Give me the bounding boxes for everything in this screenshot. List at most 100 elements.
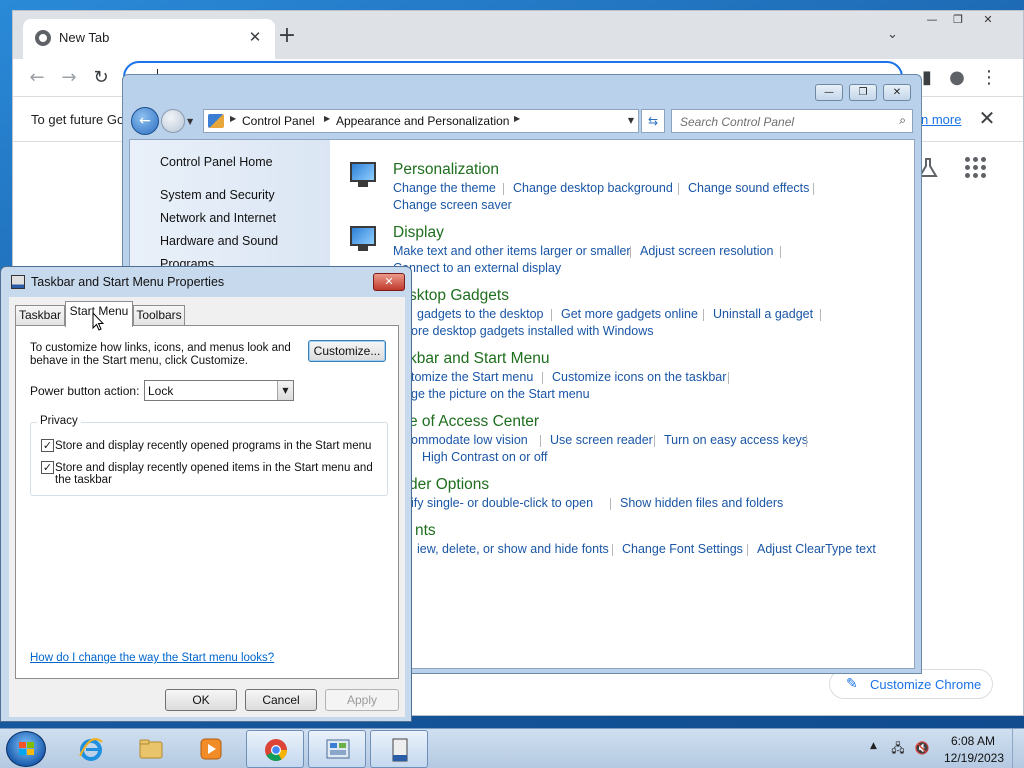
link-easy-access-keys[interactable]: Turn on easy access keys xyxy=(664,433,808,447)
recent-items-label[interactable]: Store and display recently opened items … xyxy=(55,462,385,486)
link-separator xyxy=(542,372,543,384)
link-start-menu-picture[interactable]: ge the picture on the Start menu xyxy=(411,387,590,401)
category-fonts[interactable]: nts xyxy=(415,522,436,540)
link-change-desktop-background[interactable]: Change desktop background xyxy=(513,181,673,195)
sidebar-item-system-security[interactable]: System and Security xyxy=(160,188,275,202)
category-desktop-gadgets[interactable]: sktop Gadgets xyxy=(409,287,509,305)
link-change-screen-saver[interactable]: Change screen saver xyxy=(393,198,512,212)
tab-close-icon[interactable]: ✕ xyxy=(245,27,265,47)
media-player-icon xyxy=(200,738,222,760)
recent-programs-checkbox[interactable]: ✓ xyxy=(41,439,54,452)
link-customize-taskbar-icons[interactable]: Customize icons on the taskbar xyxy=(552,370,726,384)
start-menu-help-link[interactable]: How do I change the way the Start menu l… xyxy=(30,652,274,664)
address-dropdown-icon[interactable]: ▼ xyxy=(628,116,634,125)
power-button-select[interactable]: Lock ▼ xyxy=(144,380,294,401)
clock-date[interactable]: 12/19/2023 xyxy=(942,751,1006,765)
breadcrumb-separator-icon[interactable]: ▶ xyxy=(324,114,330,123)
cp-close-button[interactable]: ✕ xyxy=(883,84,911,101)
breadcrumb-control-panel[interactable]: Control Panel xyxy=(242,114,315,128)
link-high-contrast[interactable]: High Contrast on or off xyxy=(422,450,548,464)
link-separator xyxy=(610,498,611,510)
link-change-sound-effects[interactable]: Change sound effects xyxy=(688,181,809,195)
link-separator xyxy=(813,183,814,195)
search-control-panel-input[interactable]: Search Control Panel ⌕ xyxy=(671,109,913,133)
show-hidden-icons-arrow-icon[interactable]: ▲ xyxy=(870,741,877,751)
sidebar-item-network[interactable]: Network and Internet xyxy=(160,211,276,225)
chevron-down-icon: ▼ xyxy=(277,381,293,400)
link-external-display[interactable]: Connect to an external display xyxy=(393,261,561,275)
dialog-close-button[interactable]: ✕ xyxy=(373,273,405,291)
reload-icon[interactable]: ↻ xyxy=(89,67,113,91)
breadcrumb-separator-icon[interactable]: ▶ xyxy=(230,114,236,123)
link-text-size[interactable]: Make text and other items larger or smal… xyxy=(393,244,631,258)
tab-taskbar[interactable]: Taskbar xyxy=(15,305,65,325)
link-get-more-gadgets[interactable]: Get more gadgets online xyxy=(561,307,698,321)
network-icon[interactable]: 🖧 xyxy=(890,740,906,756)
customize-button[interactable]: Customize... xyxy=(308,340,386,362)
start-menu-tab-panel: To customize how links, icons, and menus… xyxy=(15,325,399,679)
category-ease-of-access[interactable]: e of Access Center xyxy=(409,413,539,431)
link-screen-resolution[interactable]: Adjust screen resolution xyxy=(640,244,773,258)
category-folder-options[interactable]: der Options xyxy=(409,476,489,494)
ok-button[interactable]: OK xyxy=(165,689,237,711)
link-cleartype[interactable]: Adjust ClearType text xyxy=(757,542,876,556)
refresh-icon[interactable]: ⇆ xyxy=(641,109,665,133)
taskbar-file-explorer[interactable] xyxy=(122,730,180,768)
clock-time[interactable]: 6:08 AM xyxy=(950,734,996,748)
cancel-button[interactable]: Cancel xyxy=(245,689,317,711)
link-low-vision[interactable]: ommodate low vision xyxy=(411,433,528,447)
link-separator xyxy=(703,309,704,321)
link-customize-start-menu[interactable]: tomize the Start menu xyxy=(411,370,533,384)
recent-pages-chevron-icon[interactable]: ▼ xyxy=(187,117,193,126)
link-manage-fonts[interactable]: iew, delete, or show and hide fonts xyxy=(417,542,609,556)
taskbar-control-panel[interactable] xyxy=(308,730,366,768)
new-tab-button[interactable]: + xyxy=(275,25,299,49)
link-add-gadgets[interactable]: gadgets to the desktop xyxy=(417,307,543,321)
chrome-menu-icon[interactable]: ⋮ xyxy=(977,67,1001,91)
link-separator xyxy=(540,435,541,447)
infobar-learn-more-link[interactable]: n more xyxy=(921,112,961,127)
link-hidden-files[interactable]: Show hidden files and folders xyxy=(620,496,783,510)
category-display[interactable]: Display xyxy=(393,224,444,242)
control-panel-titlebar[interactable]: — ❐ ✕ xyxy=(123,75,921,105)
forward-arrow-icon[interactable]: → xyxy=(57,67,81,91)
link-screen-reader[interactable]: Use screen reader xyxy=(550,433,653,447)
link-single-double-click[interactable]: ify single- or double-click to open xyxy=(411,496,593,510)
link-separator xyxy=(820,309,821,321)
tab-toolbars[interactable]: Toolbars xyxy=(133,305,185,325)
recent-items-checkbox[interactable]: ✓ xyxy=(41,461,54,474)
forward-arrow-icon[interactable] xyxy=(161,109,185,133)
taskbar-properties-window[interactable] xyxy=(370,730,428,768)
link-change-theme[interactable]: Change the theme xyxy=(393,181,496,195)
link-uninstall-gadget[interactable]: Uninstall a gadget xyxy=(713,307,813,321)
breadcrumb-separator-icon[interactable]: ▶ xyxy=(514,114,520,123)
category-taskbar-start-menu[interactable]: kbar and Start Menu xyxy=(409,350,549,368)
apply-button[interactable]: Apply xyxy=(325,689,399,711)
cp-minimize-button[interactable]: — xyxy=(815,84,843,101)
category-personalization[interactable]: Personalization xyxy=(393,161,499,179)
dialog-body: Taskbar Start Menu Toolbars To customize… xyxy=(9,297,405,717)
address-bar[interactable]: ▶ Control Panel ▶ Appearance and Persona… xyxy=(203,109,639,133)
show-desktop-button[interactable] xyxy=(1012,729,1024,768)
sidebar-item-hardware-sound[interactable]: Hardware and Sound xyxy=(160,234,278,248)
folder-icon xyxy=(139,739,163,759)
cp-restore-button[interactable]: ❐ xyxy=(849,84,877,101)
profile-avatar-icon[interactable]: ● xyxy=(945,67,969,91)
google-apps-icon[interactable] xyxy=(965,157,987,179)
sidebar-item-home[interactable]: Control Panel Home xyxy=(160,155,273,169)
taskbar-chrome[interactable] xyxy=(246,730,304,768)
mouse-cursor-icon xyxy=(92,312,104,331)
taskbar-internet-explorer[interactable] xyxy=(62,730,120,768)
back-arrow-icon[interactable]: ← xyxy=(131,107,159,135)
back-arrow-icon[interactable]: ← xyxy=(25,67,49,91)
infobar-close-icon[interactable]: ✕ xyxy=(975,106,999,130)
chrome-tab[interactable]: New Tab ✕ xyxy=(23,19,275,59)
link-restore-gadgets[interactable]: ore desktop gadgets installed with Windo… xyxy=(411,324,654,338)
taskbar-media-player[interactable] xyxy=(182,730,240,768)
volume-muted-icon[interactable]: 🔇 xyxy=(914,740,930,756)
breadcrumb-appearance[interactable]: Appearance and Personalization xyxy=(336,114,509,128)
tab-search-chevron-icon[interactable]: ⌄ xyxy=(887,27,1007,42)
link-font-settings[interactable]: Change Font Settings xyxy=(622,542,743,556)
start-button[interactable] xyxy=(6,731,46,767)
recent-programs-label[interactable]: Store and display recently opened progra… xyxy=(55,440,385,452)
